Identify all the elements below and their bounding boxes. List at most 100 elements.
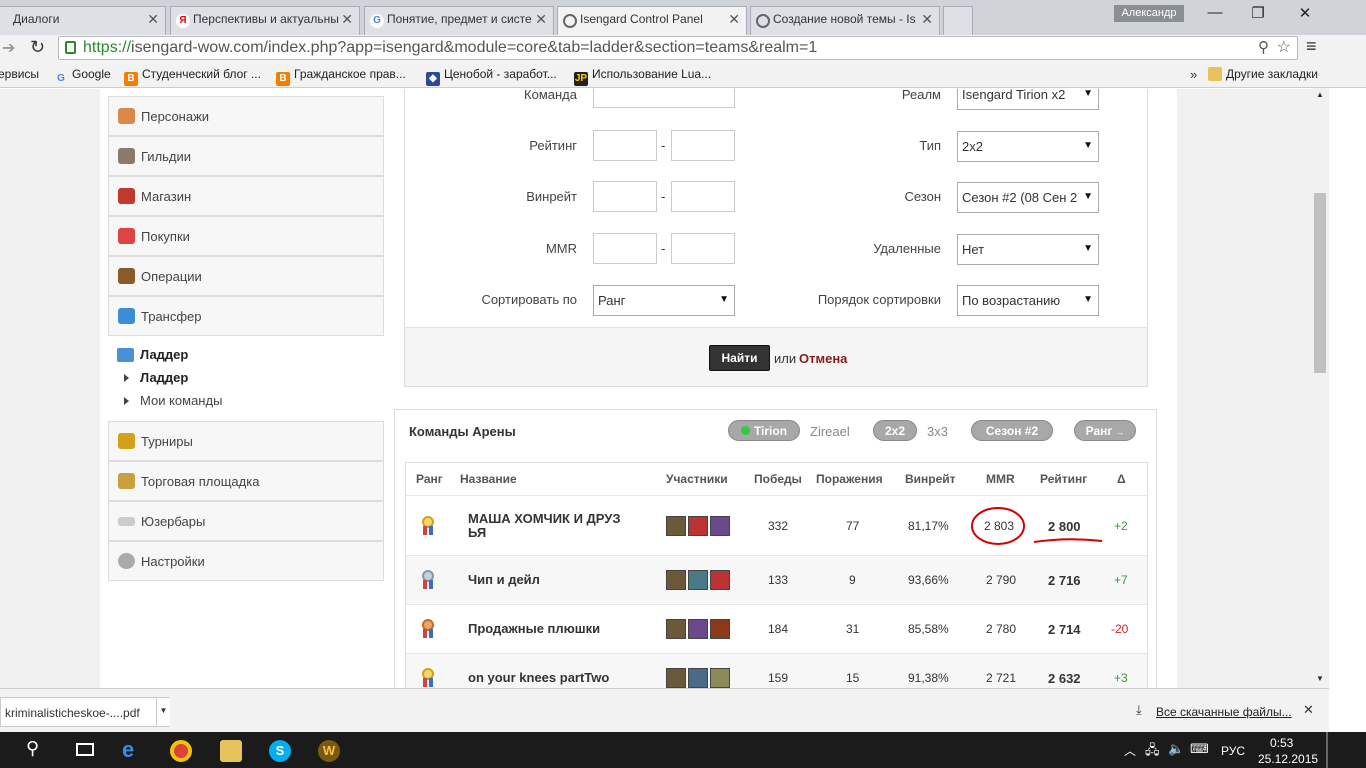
tab-new-topic[interactable]: Создание новой темы - Is ✕: [750, 6, 940, 35]
col-wins[interactable]: Победы: [754, 472, 802, 486]
scroll-up-icon[interactable]: ▲: [1316, 90, 1324, 99]
close-icon[interactable]: ✕: [147, 11, 159, 28]
team-name[interactable]: Чип и дейл: [468, 573, 540, 587]
star-icon[interactable]: ☆: [1277, 37, 1291, 57]
sidebar-item-operations[interactable]: Операции: [108, 256, 384, 296]
table-row[interactable]: Продажные плюшки 184 31 85,58% 2 780 2 7…: [406, 604, 1147, 653]
bookmark-lua[interactable]: JP Использование Lua...: [574, 67, 711, 86]
season-toggle[interactable]: Сезон #2: [971, 420, 1053, 441]
chevron-up-icon[interactable]: ︿: [1124, 742, 1136, 759]
bookmark-services[interactable]: ервисы: [0, 67, 39, 81]
sidebar-item-transfer[interactable]: Трансфер: [108, 296, 384, 336]
sidebar-subitem-ladder[interactable]: Ладдер: [123, 370, 188, 385]
chevron-right-icon[interactable]: »: [1190, 67, 1197, 82]
realm-tirion-toggle[interactable]: Tirion: [728, 420, 800, 441]
sidebar-item-shop[interactable]: Магазин: [108, 176, 384, 216]
type-select[interactable]: 2x2: [957, 131, 1099, 162]
deleted-select[interactable]: Нет: [957, 234, 1099, 265]
restore-icon[interactable]: ❐: [1243, 4, 1273, 22]
download-item[interactable]: kriminalisticheskoe-....pdf ▼: [0, 697, 170, 727]
realm-zireael-toggle[interactable]: Zireael: [810, 424, 850, 439]
bookmark-tsenoboy[interactable]: ◆ Ценобой - заработ...: [426, 67, 557, 86]
search-icon[interactable]: ⚲: [26, 738, 39, 759]
profile-name[interactable]: Александр: [1114, 5, 1184, 22]
clock-date[interactable]: 25.12.2015: [1258, 752, 1318, 766]
chevron-down-icon[interactable]: ▼: [156, 698, 170, 726]
reload-icon[interactable]: ↻: [30, 37, 45, 58]
cancel-link[interactable]: Отмена: [799, 351, 847, 366]
network-icon[interactable]: 🖧: [1145, 741, 1160, 763]
rating-max-input[interactable]: [671, 130, 735, 161]
close-icon[interactable]: ✕: [1303, 702, 1314, 718]
bookmark-student-blog[interactable]: B Студенческий блог ...: [124, 67, 261, 86]
season-select[interactable]: Сезон #2 (08 Сен 2: [957, 182, 1099, 213]
team-name[interactable]: Продажные плюшки: [468, 622, 600, 636]
mmr-max-input[interactable]: [671, 233, 735, 264]
col-losses[interactable]: Поражения: [816, 472, 883, 486]
task-view-icon[interactable]: [76, 743, 94, 756]
new-tab-button[interactable]: [943, 6, 973, 35]
volume-icon[interactable]: 🔈: [1168, 741, 1184, 757]
tab-dialogs[interactable]: Диалоги ✕: [0, 6, 166, 35]
sort-order-select[interactable]: По возрастанию: [957, 285, 1099, 316]
scroll-down-icon[interactable]: ▼: [1316, 674, 1324, 683]
address-bar[interactable]: https://isengard-wow.com/index.php?app=i…: [58, 36, 1298, 60]
table-row[interactable]: on your knees partTwo 159 15 91,38% 2 72…: [406, 653, 1147, 688]
find-button[interactable]: Найти: [709, 345, 770, 371]
realm-select[interactable]: Isengard Tirion x2: [957, 89, 1099, 110]
rank-sort-toggle[interactable]: Ранг →: [1074, 420, 1136, 441]
notifications-icon[interactable]: [1326, 732, 1328, 768]
table-row[interactable]: МАША ХОМЧИК И ДРУЗ ЬЯ 332 77 81,17% 2 80…: [406, 495, 1147, 555]
bracket-3x3-toggle[interactable]: 3x3: [927, 424, 948, 439]
col-mmr[interactable]: MMR: [986, 472, 1015, 486]
sidebar-item-settings[interactable]: Настройки: [108, 541, 384, 581]
sidebar-item-ladder[interactable]: Ладдер: [140, 347, 188, 362]
mmr-min-input[interactable]: [593, 233, 657, 264]
sort-by-select[interactable]: Ранг: [593, 285, 735, 316]
team-input[interactable]: [593, 89, 735, 108]
forward-icon[interactable]: ➔: [2, 38, 15, 58]
folder-icon[interactable]: [220, 740, 242, 762]
bracket-2x2-toggle[interactable]: 2x2: [873, 420, 917, 441]
team-name[interactable]: on your knees partTwo: [468, 671, 609, 685]
language-indicator[interactable]: РУС: [1221, 744, 1245, 758]
col-name[interactable]: Название: [460, 472, 517, 486]
tab-concept[interactable]: G Понятие, предмет и систе ✕: [364, 6, 554, 35]
all-downloads-link[interactable]: Все скачанные файлы...: [1156, 705, 1292, 719]
sidebar-item-tournaments[interactable]: Турниры: [108, 421, 384, 461]
close-icon[interactable]: ✕: [535, 11, 547, 28]
sidebar-item-purchases[interactable]: Покупки: [108, 216, 384, 256]
menu-icon[interactable]: ≡: [1306, 36, 1317, 57]
bookmark-other[interactable]: Другие закладки: [1208, 67, 1318, 81]
sidebar-subitem-my-teams[interactable]: Мои команды: [123, 393, 222, 408]
sidebar-item-userbars[interactable]: Юзербары: [108, 501, 384, 541]
clock-time[interactable]: 0:53: [1270, 736, 1293, 750]
close-icon[interactable]: ✕: [921, 11, 933, 28]
close-window-icon[interactable]: ✕: [1290, 4, 1320, 22]
sidebar-item-characters[interactable]: Персонажи: [108, 96, 384, 136]
tab-isengard[interactable]: Isengard Control Panel ✕: [557, 6, 747, 36]
bookmark-civil-law[interactable]: B Гражданское прав...: [276, 67, 406, 86]
zoom-icon[interactable]: ⚲: [1258, 38, 1269, 56]
winrate-max-input[interactable]: [671, 181, 735, 212]
col-winrate[interactable]: Винрейт: [905, 472, 956, 486]
scrollbar[interactable]: ▲ ▼: [1312, 88, 1329, 688]
bookmark-google[interactable]: G Google: [54, 67, 111, 86]
close-icon[interactable]: ✕: [728, 11, 740, 28]
rating-min-input[interactable]: [593, 130, 657, 161]
col-rank[interactable]: Ранг: [416, 472, 443, 486]
tab-perspectives[interactable]: Я Перспективы и актуальны ✕: [170, 6, 360, 35]
sidebar-item-guilds[interactable]: Гильдии: [108, 136, 384, 176]
minimize-icon[interactable]: —: [1200, 4, 1230, 21]
edge-icon[interactable]: e: [122, 739, 144, 762]
sidebar-item-marketplace[interactable]: Торговая площадка: [108, 461, 384, 501]
chrome-icon[interactable]: [170, 740, 192, 762]
team-name[interactable]: МАША ХОМЧИК И ДРУЗ ЬЯ: [468, 512, 638, 540]
winrate-min-input[interactable]: [593, 181, 657, 212]
skype-icon[interactable]: S: [269, 740, 291, 762]
col-rating[interactable]: Рейтинг: [1040, 472, 1087, 486]
close-icon[interactable]: ✕: [341, 11, 353, 28]
scrollbar-thumb[interactable]: [1314, 193, 1326, 373]
wow-icon[interactable]: W: [318, 740, 340, 762]
keyboard-icon[interactable]: ⌨: [1190, 741, 1209, 757]
